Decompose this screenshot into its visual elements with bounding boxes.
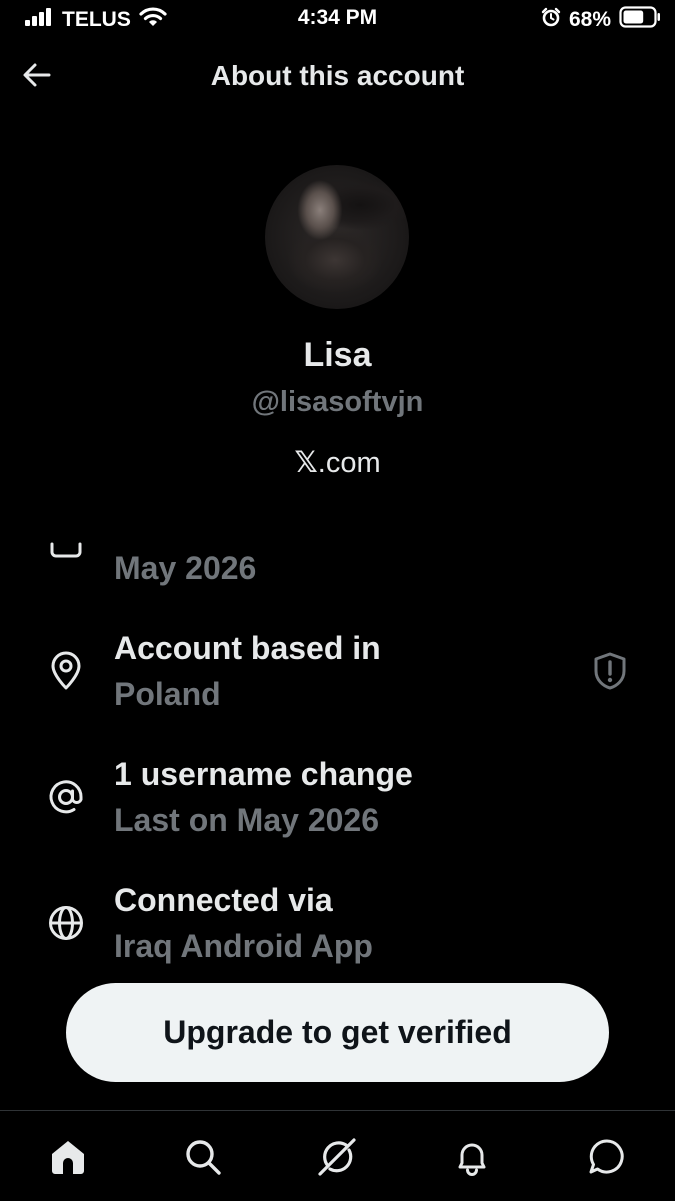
- username-change-title: 1 username change: [114, 756, 413, 792]
- location-title: Account based in: [114, 630, 381, 666]
- globe-icon: [46, 903, 86, 943]
- location-value: Poland: [114, 676, 221, 712]
- battery-percent: 68%: [568, 8, 611, 31]
- username-change-value: Last on May 2026: [114, 802, 379, 838]
- notifications-icon[interactable]: [450, 1135, 494, 1179]
- detail-row-joined: May 2026: [0, 530, 675, 600]
- detail-row-connection: Connected via Iraq Android App: [0, 879, 675, 969]
- messages-icon[interactable]: [585, 1135, 629, 1179]
- bottom-tab-bar: [0, 1110, 675, 1201]
- home-icon[interactable]: [46, 1135, 90, 1179]
- status-bar-right: 68%: [541, 6, 661, 34]
- x-logo: 𝕏: [294, 445, 318, 479]
- page-title: About this account: [210, 60, 465, 91]
- status-bar: TELUS 4:34 PM 68%: [0, 0, 675, 38]
- avatar[interactable]: [265, 165, 409, 309]
- display-name: Lisa: [303, 336, 372, 374]
- detail-row-username: 1 username change Last on May 2026: [0, 753, 675, 843]
- site-label: 𝕏.com: [0, 445, 675, 480]
- detail-row-location: Account based in Poland: [0, 627, 675, 717]
- joined-value: May 2026: [114, 550, 257, 586]
- grok-icon[interactable]: [315, 1135, 359, 1179]
- username-handle: @lisasoftvjn: [251, 386, 424, 418]
- site-suffix: .com: [317, 447, 381, 479]
- battery-icon: [619, 6, 661, 34]
- connected-via-value: Iraq Android App: [114, 928, 373, 964]
- calendar-icon: [46, 530, 86, 564]
- at-sign-icon: [46, 777, 86, 817]
- shield-alert-icon[interactable]: [590, 651, 630, 691]
- alarm-icon: [541, 7, 561, 33]
- top-app-bar: About this account: [0, 52, 675, 102]
- upgrade-verified-button[interactable]: Upgrade to get verified: [66, 983, 609, 1082]
- connected-via-title: Connected via: [114, 882, 333, 918]
- search-icon[interactable]: [181, 1135, 225, 1179]
- location-pin-icon: [46, 651, 86, 691]
